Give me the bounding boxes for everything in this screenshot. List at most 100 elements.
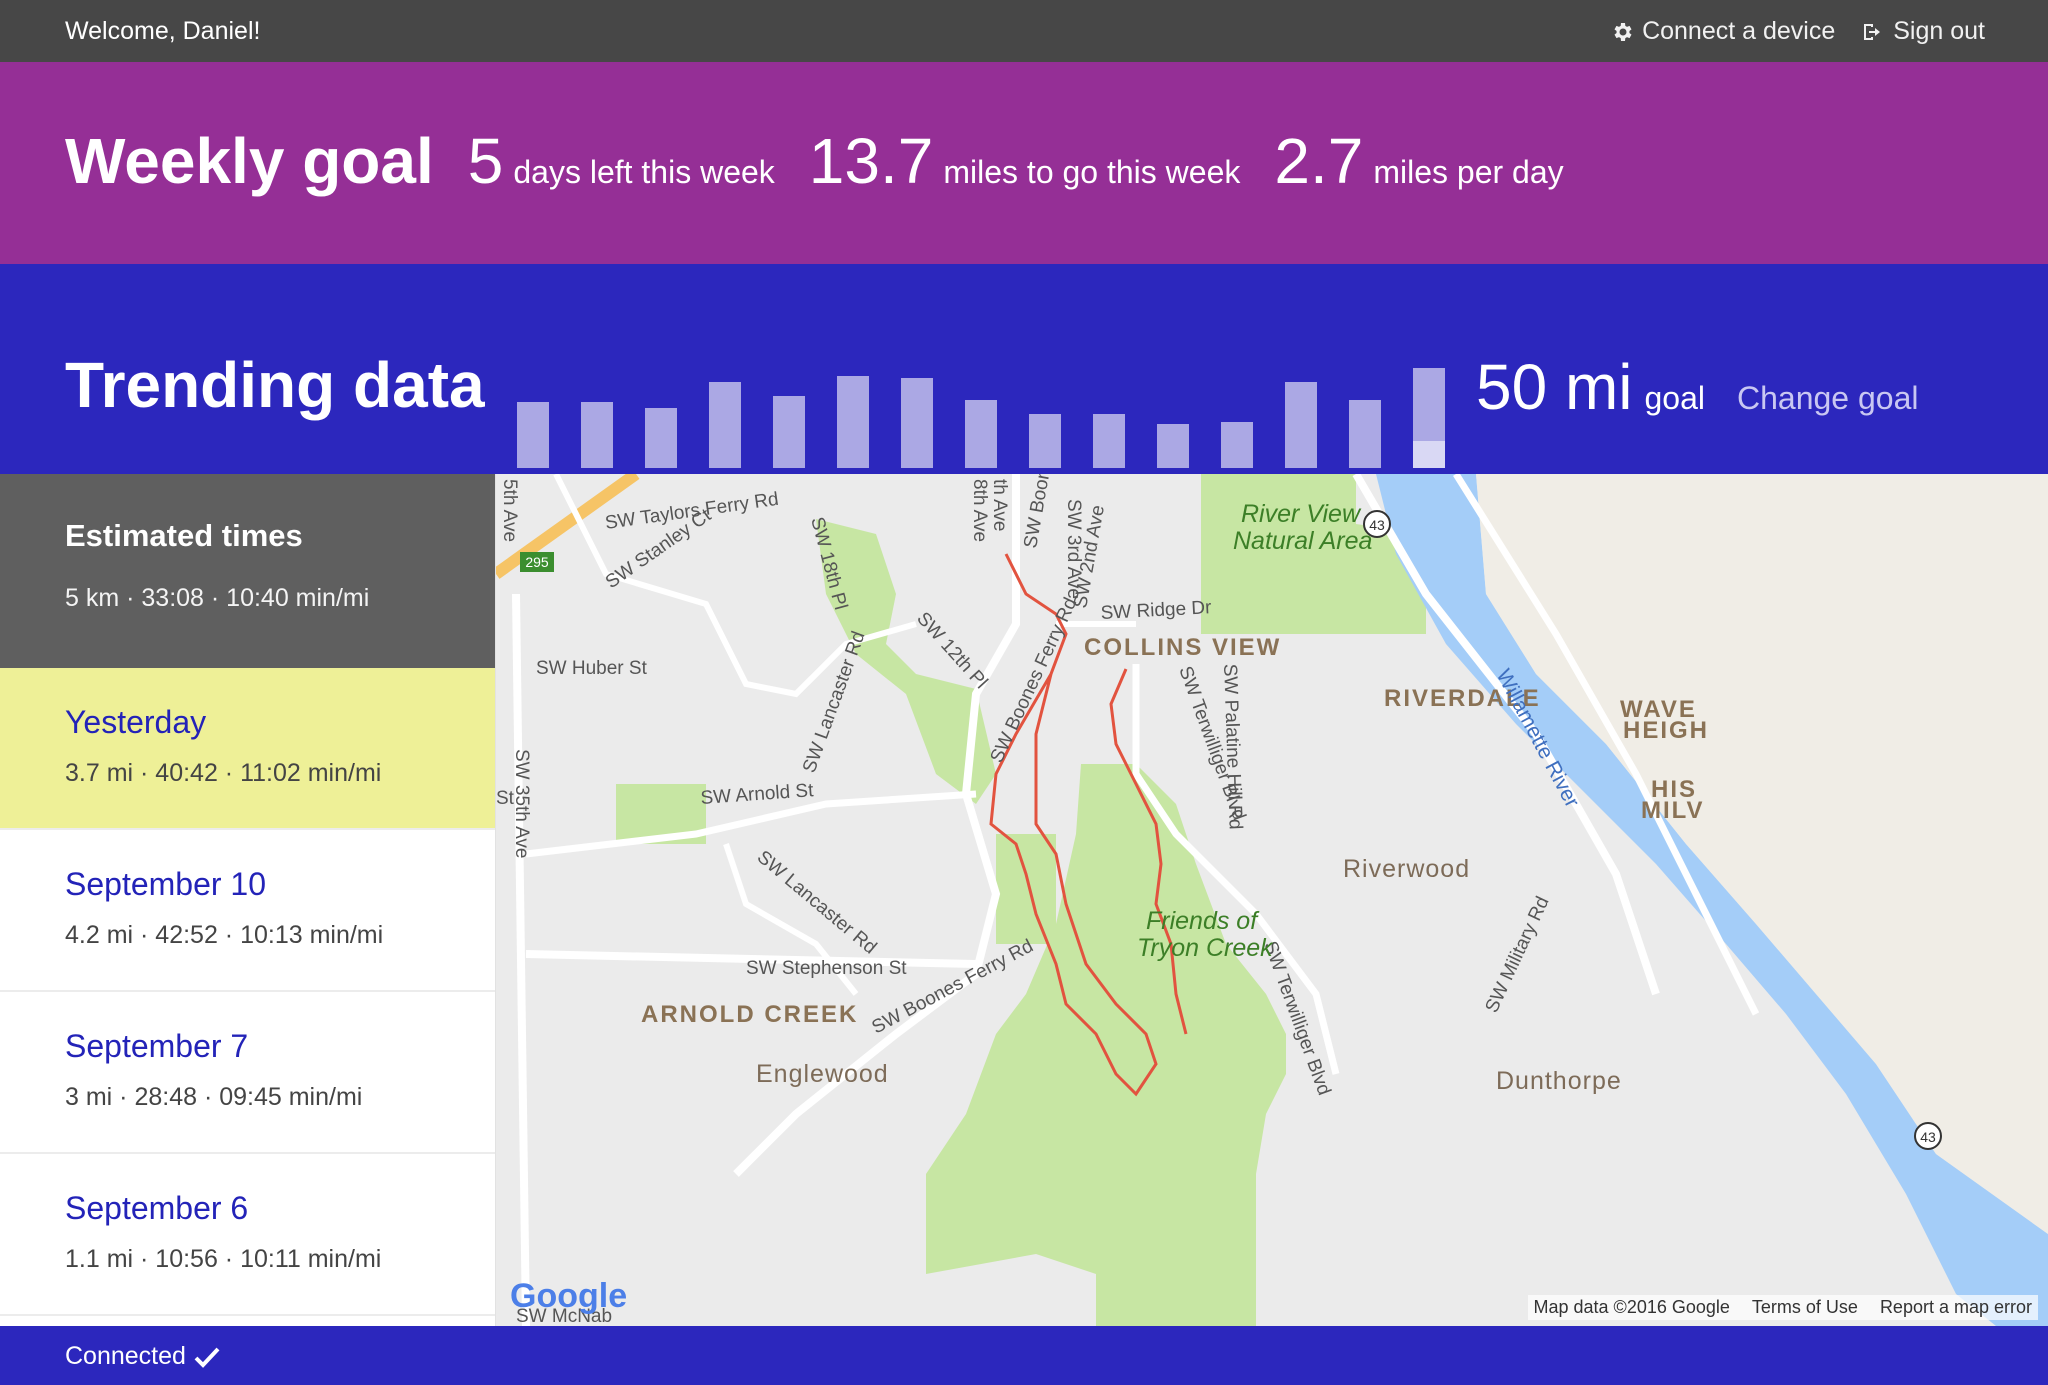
gear-icon: [1614, 22, 1632, 41]
street-label: SW Stephenson St: [746, 958, 907, 979]
trend-bar: [965, 400, 997, 468]
run-stats: 3.7 mi · 40:42 · 11:02 min/mi: [65, 759, 382, 787]
run-item-september-6[interactable]: September 6 1.1 mi · 10:56 · 10:11 min/m…: [0, 1154, 495, 1316]
road: [512, 593, 530, 1326]
trend-bar: [517, 402, 549, 468]
run-date: September 6: [65, 1190, 249, 1226]
goal-display: 50 mi goal Change goal: [1476, 350, 1918, 424]
park-label: Natural Area: [1233, 527, 1373, 555]
estimated-times-panel: Estimated times 5 km · 33:08 · 10:40 min…: [0, 474, 495, 668]
run-date: September 7: [65, 1028, 249, 1064]
trend-bar: [1093, 414, 1125, 468]
street-label: SW 35th Ave: [511, 749, 532, 859]
connect-device-label: Connect a device: [1642, 17, 1836, 45]
trend-bar: [901, 378, 933, 468]
days-left-label: days left this week: [513, 154, 775, 190]
trend-bar-progress: [1413, 441, 1445, 468]
neighborhood-label: Riverwood: [1343, 855, 1470, 883]
run-item-september-10[interactable]: September 10 4.2 mi · 42:52 · 10:13 min/…: [0, 830, 495, 992]
street-label: SW Boone: [1020, 474, 1056, 550]
trend-bar: [837, 376, 869, 468]
area-label: COLLINS VIEW: [1084, 634, 1281, 661]
days-left-value: 5: [467, 125, 504, 197]
trend-bar: [773, 396, 805, 468]
area-label: MILV: [1641, 797, 1705, 824]
run-date: Yesterday: [65, 704, 207, 740]
trend-bar: [645, 408, 677, 468]
street-label: SW Palatine Hill Rd: [1219, 663, 1246, 829]
sign-out-label: Sign out: [1893, 17, 1985, 45]
trend-bar: [1157, 424, 1189, 468]
report-map-error-link[interactable]: Report a map error: [1880, 1297, 2032, 1318]
neighborhood-label: Dunthorpe: [1496, 1067, 1622, 1095]
change-goal-link[interactable]: Change goal: [1737, 380, 1918, 417]
street-label: SW Huber St: [536, 658, 648, 679]
miles-to-go-label: miles to go this week: [943, 154, 1241, 190]
trend-bar: [1349, 400, 1381, 468]
miles-per-day-value: 2.7: [1274, 125, 1364, 197]
run-date: September 10: [65, 866, 267, 902]
status-bar: Connected: [0, 1326, 2048, 1385]
map-canvas[interactable]: 295 43 43 SW Taylors Ferry Rd SW Stanley…: [496, 474, 2048, 1326]
street-label: SW Boones Ferry Rd: [986, 595, 1081, 767]
street-label: St: [496, 788, 515, 809]
weekly-goal-section: Weekly goal 5 days left this week 13.7 m…: [0, 62, 2048, 264]
map-data-attribution: Map data ©2016 Google: [1533, 1297, 1730, 1317]
terms-of-use-link[interactable]: Terms of Use: [1752, 1297, 1858, 1318]
miles-to-go-stat: 13.7 miles to go this week: [809, 124, 1241, 198]
check-icon: [194, 1347, 220, 1368]
shield-43-text: 43: [1920, 1129, 1936, 1145]
street-label: 5th Ave: [499, 479, 520, 542]
top-bar: Welcome, Daniel! Connect a device Sign o…: [0, 0, 2048, 62]
trend-bar: [1413, 368, 1445, 468]
street-label: 8th Ave: [969, 479, 990, 542]
trend-bar: [581, 402, 613, 468]
run-item-yesterday[interactable]: Yesterday 3.7 mi · 40:42 · 11:02 min/mi: [0, 668, 495, 830]
connect-device-link[interactable]: Connect a device: [1610, 17, 1835, 46]
goal-label: goal: [1644, 380, 1706, 416]
area-label: ARNOLD CREEK: [641, 1001, 858, 1028]
trend-bar-chart: [517, 310, 1447, 470]
connection-status: Connected: [65, 1342, 220, 1371]
run-stats: 3 mi · 28:48 · 09:45 min/mi: [65, 1083, 363, 1111]
sign-out-link[interactable]: Sign out: [1861, 17, 1985, 46]
land-area: [1476, 474, 2048, 1234]
miles-per-day-label: miles per day: [1373, 154, 1564, 190]
welcome-text: Welcome, Daniel!: [65, 17, 261, 45]
trending-data-title: Trending data: [65, 349, 485, 421]
miles-to-go-value: 13.7: [808, 125, 934, 197]
runs-sidebar: Estimated times 5 km · 33:08 · 10:40 min…: [0, 474, 496, 1326]
trend-bar: [1029, 414, 1061, 468]
estimated-times-title: Estimated times: [65, 518, 303, 553]
highway-shield-295: 295: [520, 552, 554, 572]
route-map[interactable]: 295 43 43 SW Taylors Ferry Rd SW Stanley…: [496, 474, 2048, 1326]
weekly-goal-title: Weekly goal: [65, 125, 434, 197]
park-label: River View: [1241, 500, 1362, 528]
days-left-stat: 5 days left this week: [468, 124, 775, 198]
street-label: th Ave: [989, 479, 1010, 531]
top-bar-actions: Connect a device Sign out: [1610, 17, 1985, 46]
street-label: SW Lancaster Rd: [799, 629, 870, 776]
street-label: SW Military Rd: [1481, 893, 1553, 1016]
run-item-september-7[interactable]: September 7 3 mi · 28:48 · 09:45 min/mi: [0, 992, 495, 1154]
connection-status-label: Connected: [65, 1342, 186, 1370]
trend-bar: [1221, 422, 1253, 468]
estimated-times-line: 5 km · 33:08 · 10:40 min/mi: [65, 584, 370, 612]
park-label: Friends of: [1146, 907, 1260, 935]
street-label: SW Arnold St: [700, 780, 815, 809]
shield-295-text: 295: [525, 554, 549, 570]
run-stats: 4.2 mi · 42:52 · 10:13 min/mi: [65, 921, 384, 949]
run-stats: 1.1 mi · 10:56 · 10:11 min/mi: [65, 1245, 382, 1273]
trend-bar: [1285, 382, 1317, 468]
area-label: HEIGH: [1623, 717, 1709, 744]
google-logo-text: Google: [510, 1277, 628, 1315]
street-label: SW Ridge Dr: [1100, 597, 1212, 624]
park-area: [996, 834, 1056, 944]
park-label: Tryon Creek: [1137, 934, 1274, 962]
weekly-goal-row: Weekly goal 5 days left this week 13.7 m…: [65, 124, 1598, 198]
neighborhood-label: Englewood: [756, 1060, 889, 1088]
sign-out-icon: [1864, 23, 1881, 40]
map-attribution-bar: Map data ©2016 Google Terms of Use Repor…: [1527, 1295, 2038, 1320]
miles-per-day-stat: 2.7 miles per day: [1274, 124, 1563, 198]
highway-shield-43: 43: [1914, 1122, 1942, 1150]
